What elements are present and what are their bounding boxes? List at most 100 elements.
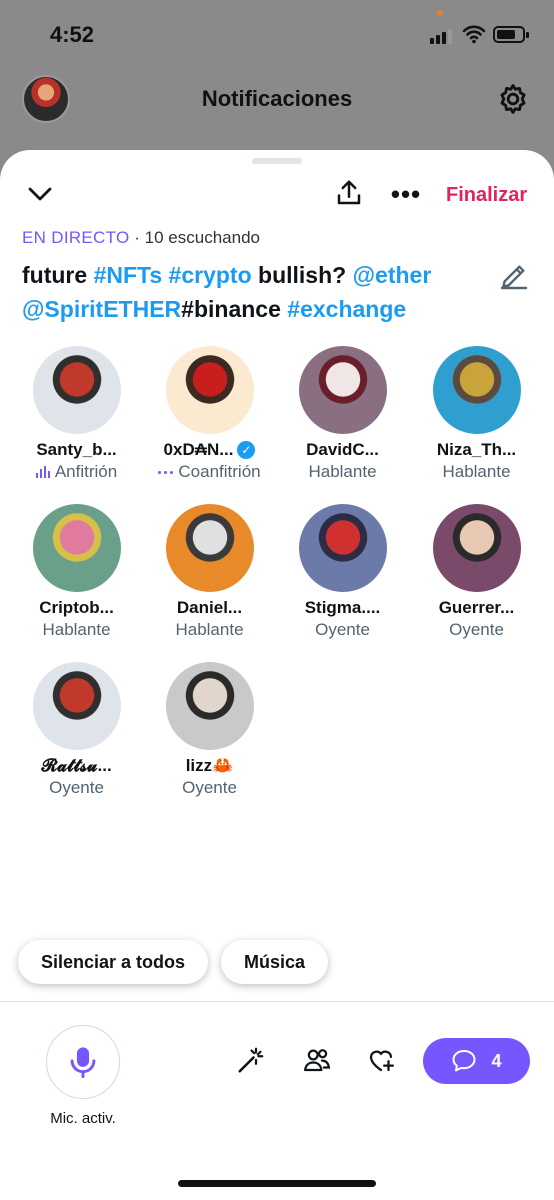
participant-name: 0xD₳N... (163, 440, 234, 459)
chat-bubble-icon (452, 1050, 476, 1072)
participant-role: Oyente (449, 620, 504, 639)
space-sheet: ••• Finalizar EN DIRECTO · 10 escuchando… (0, 150, 554, 1200)
mute-all-button[interactable]: Silenciar a todos (18, 940, 208, 984)
participant-role: Oyente (182, 778, 237, 797)
participant-role: Hablante (175, 620, 244, 639)
title-text: future (22, 262, 94, 288)
participant-role-row: Hablante (143, 620, 276, 640)
participant-2[interactable]: 0xD₳N... ✓ Coanfitrión (143, 346, 276, 482)
people-icon[interactable] (302, 1045, 332, 1075)
participant-role: Oyente (315, 620, 370, 639)
title-text: bullish? (251, 262, 353, 288)
heart-plus-icon[interactable] (366, 1045, 396, 1075)
participant-role: Oyente (49, 778, 104, 797)
title-hashtag[interactable]: #crypto (169, 262, 252, 288)
sheet-grabber[interactable] (252, 158, 302, 164)
status-bar: 4:52 (0, 0, 554, 70)
cellular-signal-icon (430, 28, 456, 44)
edit-title-icon[interactable] (498, 260, 530, 292)
participant-role-row: Oyente (276, 620, 409, 640)
home-indicator[interactable] (178, 1180, 376, 1187)
speaking-bars-icon (35, 466, 50, 478)
avatar (298, 346, 387, 434)
share-button[interactable] (332, 176, 366, 210)
participant-name: Niza_Th... (436, 440, 517, 459)
title-hashtag[interactable]: @ether (353, 262, 432, 288)
participant-name-row: Niza_Th... (410, 440, 543, 460)
title-hashtag[interactable]: #NFTs (94, 262, 163, 288)
participant-role-row: Oyente (10, 778, 143, 798)
verified-badge-icon: ✓ (237, 441, 256, 459)
participant-10[interactable]: lizz🦀 Oyente (143, 662, 276, 798)
participant-3[interactable]: DavidC... Hablante (276, 346, 409, 482)
music-button[interactable]: Música (221, 940, 328, 984)
privacy-indicator-dot (437, 10, 443, 16)
participant-role-row: Hablante (410, 462, 543, 482)
participant-role-row: Coanfitrión (143, 462, 276, 482)
chat-button[interactable]: 4 (423, 1038, 530, 1084)
avatar (298, 504, 387, 592)
avatar (32, 504, 121, 592)
mic-toggle-button[interactable] (46, 1025, 120, 1099)
status-time: 4:52 (50, 22, 95, 47)
participant-5[interactable]: Criptob... Hablante (10, 504, 143, 640)
gear-icon[interactable] (496, 82, 530, 116)
wifi-icon (462, 25, 486, 44)
title-text: #binance (181, 296, 281, 322)
avatar (165, 346, 254, 434)
participant-role-row: Anfitrión (10, 462, 143, 482)
participant-name: Stigma.... (304, 598, 381, 617)
participant-name: 𝓡𝓪𝓽𝓽𝓼𝓾... (41, 756, 112, 775)
participant-name: DavidC... (306, 440, 379, 459)
participant-name: Santy_b... (36, 440, 117, 459)
participant-name-row: 𝓡𝓪𝓽𝓽𝓼𝓾... (10, 756, 143, 776)
avatar (165, 662, 254, 750)
live-status: EN DIRECTO · 10 escuchando (22, 228, 260, 248)
participant-9[interactable]: 𝓡𝓪𝓽𝓽𝓼𝓾... Oyente (10, 662, 143, 798)
live-label: EN DIRECTO (22, 228, 130, 247)
more-options-button[interactable]: ••• (388, 178, 424, 209)
avatar (432, 504, 521, 592)
participant-name-row: 0xD₳N... ✓ (143, 440, 276, 460)
participant-name: lizz🦀 (185, 756, 234, 775)
speaking-dots-icon (158, 470, 174, 474)
ellipsis-icon: ••• (390, 178, 422, 209)
participant-4[interactable]: Niza_Th... Hablante (410, 346, 543, 482)
collapse-button[interactable] (24, 178, 56, 210)
participant-name-row: Stigma.... (276, 598, 409, 618)
participant-name-row: Criptob... (10, 598, 143, 618)
participant-name: Guerrer... (438, 598, 515, 617)
title-hashtag[interactable]: #exchange (287, 296, 406, 322)
avatar (32, 662, 121, 750)
avatar (165, 504, 254, 592)
participant-role: Anfitrión (54, 462, 118, 481)
participant-role-row: Hablante (276, 462, 409, 482)
avatar (432, 346, 521, 434)
listener-count: · 10 escuchando (134, 228, 260, 247)
chevron-down-icon (28, 187, 52, 201)
participant-1[interactable]: Santy_b... Anfitrión (10, 346, 143, 482)
participant-6[interactable]: Daniel... Hablante (143, 504, 276, 640)
participant-name-row: Guerrer... (410, 598, 543, 618)
notifications-header: Notificaciones (0, 70, 554, 130)
microphone-icon (70, 1047, 96, 1079)
participant-name-row: Daniel... (143, 598, 276, 618)
participant-7[interactable]: Stigma.... Oyente (276, 504, 409, 640)
chat-count: 4 (491, 1050, 502, 1071)
avatar (32, 346, 121, 434)
mic-label: Mic. activ. (50, 1110, 116, 1127)
participant-role: Hablante (442, 462, 511, 481)
participant-role-row: Oyente (410, 620, 543, 640)
page-title: Notificaciones (201, 86, 353, 111)
participant-name-row: lizz🦀 (143, 756, 276, 776)
finalize-button[interactable]: Finalizar (446, 184, 527, 207)
magic-wand-icon[interactable] (236, 1045, 266, 1075)
participant-8[interactable]: Guerrer... Oyente (410, 504, 543, 640)
participant-name-row: Santy_b... (10, 440, 143, 460)
battery-icon (493, 26, 529, 43)
participant-name: Criptob... (39, 598, 114, 617)
participant-role: Hablante (42, 620, 111, 639)
title-hashtag[interactable]: @SpiritETHER (22, 296, 181, 322)
share-icon (337, 180, 361, 205)
participant-role-row: Oyente (143, 778, 276, 798)
